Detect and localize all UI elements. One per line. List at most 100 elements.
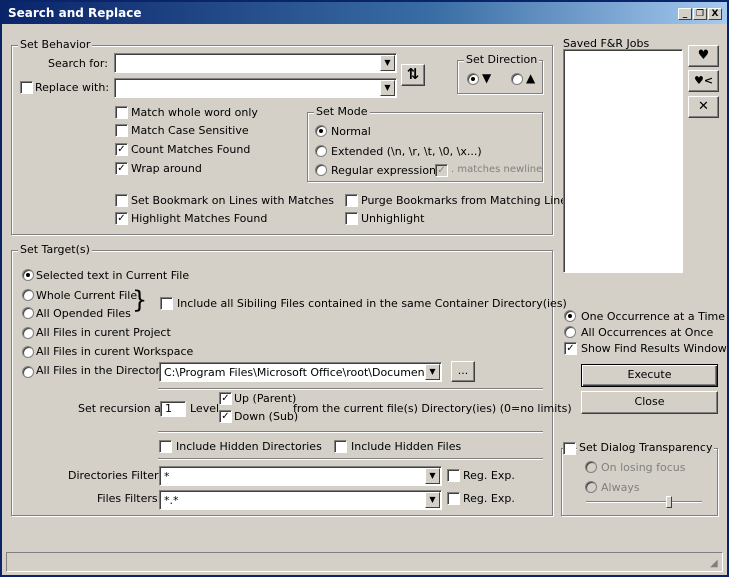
all-occurrences-label: All Occurrences at Once bbox=[581, 326, 714, 339]
separator bbox=[158, 458, 543, 460]
save-job-button[interactable]: ♥ bbox=[688, 45, 719, 67]
target-directory-radio[interactable] bbox=[22, 366, 34, 378]
target-opened-files-label: All Opended Files bbox=[36, 307, 131, 320]
chevron-down-icon[interactable]: ▼ bbox=[380, 55, 395, 71]
set-mode-legend: Set Mode bbox=[314, 105, 370, 118]
search-replace-window: Search and Replace _ ❐ X Set Behavior Se… bbox=[0, 0, 729, 577]
chevron-down-icon[interactable]: ▼ bbox=[425, 364, 440, 380]
dir-filters-label: Directories Filters: bbox=[68, 469, 168, 482]
transparency-slider-track[interactable] bbox=[586, 501, 702, 503]
count-matches-label: Count Matches Found bbox=[131, 143, 251, 156]
brace-icon: } bbox=[132, 286, 148, 314]
delete-job-button[interactable]: ✕ bbox=[688, 96, 719, 118]
swap-button[interactable]: ⇅ bbox=[401, 64, 425, 86]
chevron-down-icon[interactable]: ▼ bbox=[380, 80, 395, 96]
set-bookmark-checkbox[interactable] bbox=[115, 194, 128, 207]
unhighlight-checkbox[interactable] bbox=[345, 212, 358, 225]
transparency-legend: Set Dialog Transparency bbox=[577, 441, 715, 454]
down-arrow-icon: ▼ bbox=[482, 71, 492, 85]
wrap-around-checkbox[interactable]: ✓ bbox=[115, 162, 128, 175]
close-button[interactable]: Close bbox=[581, 391, 718, 414]
from-current-label: from the current file(s) Directory(ies) … bbox=[293, 402, 572, 415]
target-whole-file-radio[interactable] bbox=[22, 289, 34, 301]
search-label: Search for: bbox=[48, 57, 108, 70]
match-whole-word-checkbox[interactable] bbox=[115, 106, 128, 119]
target-directory-label: All Files in the Directory: bbox=[36, 364, 170, 377]
match-case-checkbox[interactable] bbox=[115, 124, 128, 137]
match-whole-word-label: Match whole word only bbox=[131, 106, 258, 119]
unhighlight-label: Unhighlight bbox=[361, 212, 425, 225]
target-workspace-radio[interactable] bbox=[22, 346, 34, 358]
close-window-button[interactable]: X bbox=[708, 8, 722, 20]
chevron-down-icon[interactable]: ▼ bbox=[425, 468, 440, 484]
target-project-radio[interactable] bbox=[22, 327, 34, 339]
one-occurrence-label: One Occurrence at a Time bbox=[581, 310, 725, 323]
hidden-dirs-checkbox[interactable] bbox=[159, 440, 172, 453]
on-losing-focus-label: On losing focus bbox=[601, 461, 686, 474]
level-label: Level bbox=[190, 402, 220, 415]
transparency-slider-thumb[interactable] bbox=[666, 496, 672, 508]
target-selected-text-radio[interactable] bbox=[22, 269, 34, 281]
count-matches-checkbox[interactable]: ✓ bbox=[115, 143, 128, 156]
target-whole-file-label: Whole Current File bbox=[36, 289, 138, 302]
one-occurrence-radio[interactable] bbox=[564, 310, 576, 322]
set-direction-legend: Set Direction bbox=[464, 53, 540, 66]
hidden-files-checkbox[interactable] bbox=[334, 440, 347, 453]
resize-grip-icon[interactable]: ◢ bbox=[710, 558, 718, 569]
file-regexp-checkbox[interactable] bbox=[447, 492, 460, 505]
replace-label: Replace with: bbox=[35, 81, 110, 94]
mode-extended-radio[interactable] bbox=[315, 145, 327, 157]
file-filters-combo[interactable]: *.* ▼ bbox=[159, 490, 442, 510]
purge-bookmarks-checkbox[interactable] bbox=[345, 194, 358, 207]
on-losing-focus-radio[interactable] bbox=[585, 461, 597, 473]
directory-input[interactable]: C:\Program Files\Microsoft Office\root\D… bbox=[164, 366, 426, 379]
separator bbox=[158, 388, 543, 390]
always-radio[interactable] bbox=[585, 481, 597, 493]
browse-button[interactable]: ... bbox=[451, 361, 475, 382]
dir-filters-combo[interactable]: * ▼ bbox=[159, 466, 442, 486]
dir-filters-input[interactable]: * bbox=[164, 470, 170, 483]
directory-combo[interactable]: C:\Program Files\Microsoft Office\root\D… bbox=[159, 362, 442, 382]
saved-jobs-list[interactable] bbox=[563, 49, 683, 273]
file-filters-input[interactable]: *.* bbox=[164, 494, 179, 507]
target-project-label: All Files in curent Project bbox=[36, 326, 171, 339]
target-opened-files-radio[interactable] bbox=[22, 307, 34, 319]
load-job-button[interactable]: ♥< bbox=[688, 70, 719, 92]
minimize-button[interactable]: _ bbox=[678, 8, 692, 20]
direction-up-radio[interactable] bbox=[511, 73, 523, 85]
hidden-files-label: Include Hidden Files bbox=[351, 440, 462, 453]
search-combo[interactable]: ▼ bbox=[114, 53, 397, 73]
up-parent-checkbox[interactable]: ✓ bbox=[219, 392, 232, 405]
dir-regexp-label: Reg. Exp. bbox=[463, 469, 515, 482]
status-bar bbox=[6, 552, 723, 572]
set-behavior-legend: Set Behavior bbox=[18, 38, 93, 51]
transparency-checkbox[interactable] bbox=[563, 442, 576, 455]
wrap-around-label: Wrap around bbox=[131, 162, 202, 175]
replace-with-checkbox[interactable] bbox=[20, 81, 33, 94]
highlight-matches-checkbox[interactable]: ✓ bbox=[115, 212, 128, 225]
up-parent-label: Up (Parent) bbox=[234, 392, 297, 405]
chevron-down-icon[interactable]: ▼ bbox=[425, 492, 440, 508]
show-results-checkbox[interactable]: ✓ bbox=[564, 342, 577, 355]
show-results-label: Show Find Results Window bbox=[581, 342, 727, 355]
replace-combo[interactable]: ▼ bbox=[114, 78, 397, 98]
mode-normal-radio[interactable] bbox=[315, 125, 327, 137]
all-occurrences-radio[interactable] bbox=[564, 326, 576, 338]
target-selected-text-label: Selected text in Current File bbox=[36, 269, 190, 282]
include-siblings-checkbox[interactable] bbox=[160, 297, 173, 310]
set-targets-legend: Set Target(s) bbox=[18, 243, 92, 256]
mode-regex-radio[interactable] bbox=[315, 164, 327, 176]
direction-down-radio[interactable] bbox=[467, 73, 479, 85]
execute-button[interactable]: Execute bbox=[581, 364, 718, 387]
dir-regexp-checkbox[interactable] bbox=[447, 469, 460, 482]
mode-normal-label: Normal bbox=[331, 125, 371, 138]
set-bookmark-label: Set Bookmark on Lines with Matches bbox=[131, 194, 335, 207]
mode-regex-label: Regular expression bbox=[331, 164, 437, 177]
recursion-input[interactable]: 1 bbox=[160, 401, 186, 417]
highlight-matches-label: Highlight Matches Found bbox=[131, 212, 268, 225]
matches-newline-checkbox[interactable]: ✓ bbox=[435, 164, 448, 177]
down-sub-checkbox[interactable]: ✓ bbox=[219, 410, 232, 423]
target-workspace-label: All Files in curent Workspace bbox=[36, 345, 194, 358]
down-sub-label: Down (Sub) bbox=[234, 410, 299, 423]
maximize-button[interactable]: ❐ bbox=[693, 8, 707, 20]
